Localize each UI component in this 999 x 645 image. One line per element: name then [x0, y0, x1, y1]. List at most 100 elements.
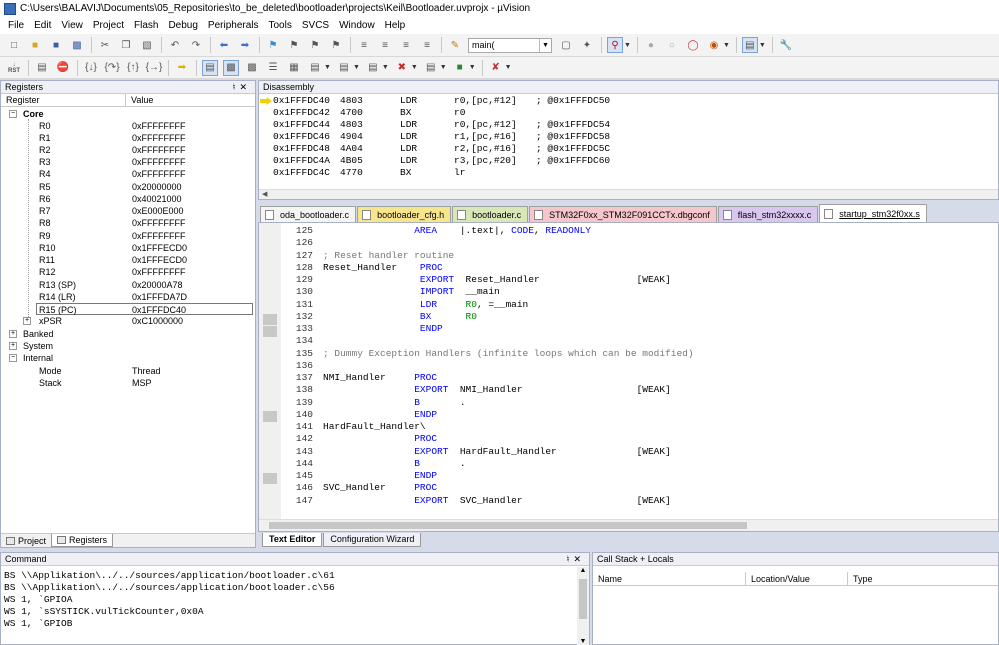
register-row[interactable]: R9 0xFFFFFFFF [1, 230, 253, 242]
code-line[interactable]: EXPORT HardFault_Handler [WEAK] [323, 446, 671, 458]
chevron-down-icon[interactable]: ▼ [324, 64, 331, 71]
tab-bootloader-c[interactable]: bootloader.c [452, 206, 529, 222]
chevron-down-icon[interactable]: ▼ [723, 42, 730, 49]
registers-window-icon[interactable]: ☰ [265, 60, 281, 76]
column-value[interactable]: Value [126, 94, 153, 106]
code-line[interactable]: B . [323, 458, 465, 470]
chevron-down-icon[interactable]: ▼ [411, 64, 418, 71]
register-row[interactable]: R11 0x1FFFECD0 [1, 254, 253, 266]
code-line[interactable]: NMI_Handler PROC [323, 372, 437, 384]
chevron-down-icon[interactable]: ▼ [469, 64, 476, 71]
register-row[interactable]: R8 0xFFFFFFFF [1, 217, 253, 229]
register-row[interactable]: R10 0x1FFFECD0 [1, 242, 253, 254]
open-folder-icon[interactable]: ■ [27, 37, 43, 53]
scroll-thumb[interactable] [579, 579, 587, 619]
symbols-window-icon[interactable]: ▩ [244, 60, 260, 76]
find-in-files-icon[interactable]: ✎ [447, 37, 463, 53]
register-row[interactable]: R12 0xFFFFFFFF [1, 266, 253, 278]
system-viewer-icon[interactable]: ■ [452, 60, 468, 76]
find-icon[interactable]: ▢ [558, 37, 574, 53]
tab-startup-stm32[interactable]: startup_stm32f0xx.s [819, 204, 927, 222]
trace-window-icon[interactable]: ▤ [423, 60, 439, 76]
register-row[interactable]: R3 0xFFFFFFFF [1, 156, 253, 168]
expand-icon[interactable]: + [9, 330, 17, 338]
code-line[interactable]: PROC [323, 433, 437, 445]
code-line[interactable]: AREA |.text|, CODE, READONLY [323, 225, 591, 237]
column-name[interactable]: Name [593, 572, 746, 585]
menu-view[interactable]: View [56, 20, 88, 31]
prev-bookmark-icon[interactable]: ⚑ [286, 37, 302, 53]
code-line[interactable]: BX R0 [323, 311, 477, 323]
menu-peripherals[interactable]: Peripherals [203, 20, 264, 31]
disable-breakpoints-icon[interactable]: ◯ [685, 37, 701, 53]
chevron-down-icon[interactable]: ▼ [539, 38, 551, 52]
disassembly-listing[interactable]: 0x1FFFDC40 4803 LDR r0,[pc,#12]; @0x1FFFDC5… [259, 94, 998, 189]
undo-icon[interactable]: ↶ [167, 37, 183, 53]
comment-icon[interactable]: ≡ [398, 37, 414, 53]
chevron-down-icon[interactable]: ▼ [382, 64, 389, 71]
register-row[interactable]: R4 0xFFFFFFFF [1, 168, 253, 180]
expand-icon[interactable]: + [23, 317, 31, 325]
memory-window-icon[interactable]: ▤ [336, 60, 352, 76]
tab-flash-stm32[interactable]: flash_stm32xxxx.c [717, 206, 819, 222]
redo-icon[interactable]: ↷ [188, 37, 204, 53]
close-icon[interactable]: ✕ [573, 554, 585, 564]
navigate-back-icon[interactable]: ⬅ [216, 37, 232, 53]
chevron-down-icon[interactable]: ▼ [353, 64, 360, 71]
breakpoint-marker[interactable] [263, 411, 277, 422]
code-line[interactable]: B . [323, 397, 465, 409]
code-line[interactable]: Reset_Handler PROC [323, 262, 443, 274]
code-line[interactable]: IMPORT __main [323, 286, 500, 298]
register-row[interactable]: R5 0x20000000 [1, 181, 253, 193]
debug-session-icon[interactable]: ⚲ [607, 37, 623, 53]
scroll-down-icon[interactable]: ▼ [577, 638, 589, 645]
tab-text-editor[interactable]: Text Editor [262, 533, 323, 547]
navigate-forward-icon[interactable]: ➡ [237, 37, 253, 53]
register-row-selected[interactable]: R15 (PC) 0x1FFFDC40 [36, 303, 253, 315]
scroll-up-icon[interactable]: ▲ [577, 567, 589, 574]
unindent-icon[interactable]: ≡ [377, 37, 393, 53]
chevron-down-icon[interactable]: ▼ [505, 64, 512, 71]
register-row[interactable]: R2 0xFFFFFFFF [1, 144, 253, 156]
command-scrollbar[interactable]: ▲ ▼ [577, 567, 589, 645]
insert-breakpoint-icon[interactable]: ● [643, 37, 659, 53]
tab-registers[interactable]: Registers [51, 534, 114, 547]
code-line[interactable]: ENDP [323, 470, 437, 482]
breakpoint-marker[interactable] [263, 326, 277, 337]
code-line[interactable]: SVC_Handler PROC [323, 482, 437, 494]
scroll-left-icon[interactable]: ◀ [262, 191, 267, 198]
expand-icon[interactable]: + [9, 342, 17, 350]
tab-configuration-wizard[interactable]: Configuration Wizard [323, 533, 422, 547]
register-row[interactable]: R7 0xE000E000 [1, 205, 253, 217]
save-all-icon[interactable]: ▩ [69, 37, 85, 53]
enable-breakpoint-icon[interactable]: ○ [664, 37, 680, 53]
tab-oda-bootloader[interactable]: oda_bootloader.c [260, 206, 357, 222]
register-row[interactable]: Stack MSP [1, 377, 253, 389]
save-icon[interactable]: ■ [48, 37, 64, 53]
reset-icon[interactable]: ↓ RST [6, 60, 22, 76]
register-row[interactable]: Mode Thread [1, 365, 253, 377]
menu-project[interactable]: Project [88, 20, 129, 31]
breakpoint-marker[interactable] [263, 314, 277, 325]
watch-window-icon[interactable]: ▤ [307, 60, 323, 76]
editor-scrollbar[interactable] [259, 519, 998, 531]
column-location-value[interactable]: Location/Value [746, 572, 848, 585]
collapse-icon[interactable]: − [9, 110, 17, 118]
stop-icon[interactable]: ⛔ [55, 60, 71, 76]
window-layout-icon[interactable]: ▤ [741, 37, 758, 53]
code-line[interactable]: ; Dummy Exception Handlers (infinite loo… [323, 348, 694, 360]
register-row[interactable]: R0 0xFFFFFFFF [1, 120, 253, 132]
column-register[interactable]: Register [1, 94, 126, 106]
code-line[interactable]: HardFault_Handler\ [323, 421, 426, 433]
run-icon[interactable]: ▤ [34, 60, 50, 76]
paste-icon[interactable]: ▧ [139, 37, 155, 53]
chevron-down-icon[interactable]: ▼ [759, 42, 766, 49]
code-editor[interactable]: 125 AREA |.text|, CODE, READONLY 126 127 ; … [258, 222, 999, 532]
uncomment-icon[interactable]: ≡ [419, 37, 435, 53]
code-line[interactable]: EXPORT Reset_Handler [WEAK] [323, 274, 671, 286]
menu-flash[interactable]: Flash [129, 20, 163, 31]
register-row[interactable]: R6 0x40021000 [1, 193, 253, 205]
menu-file[interactable]: File [3, 20, 29, 31]
scroll-thumb[interactable] [269, 522, 747, 529]
register-row[interactable]: R13 (SP) 0x20000A78 [1, 279, 253, 291]
